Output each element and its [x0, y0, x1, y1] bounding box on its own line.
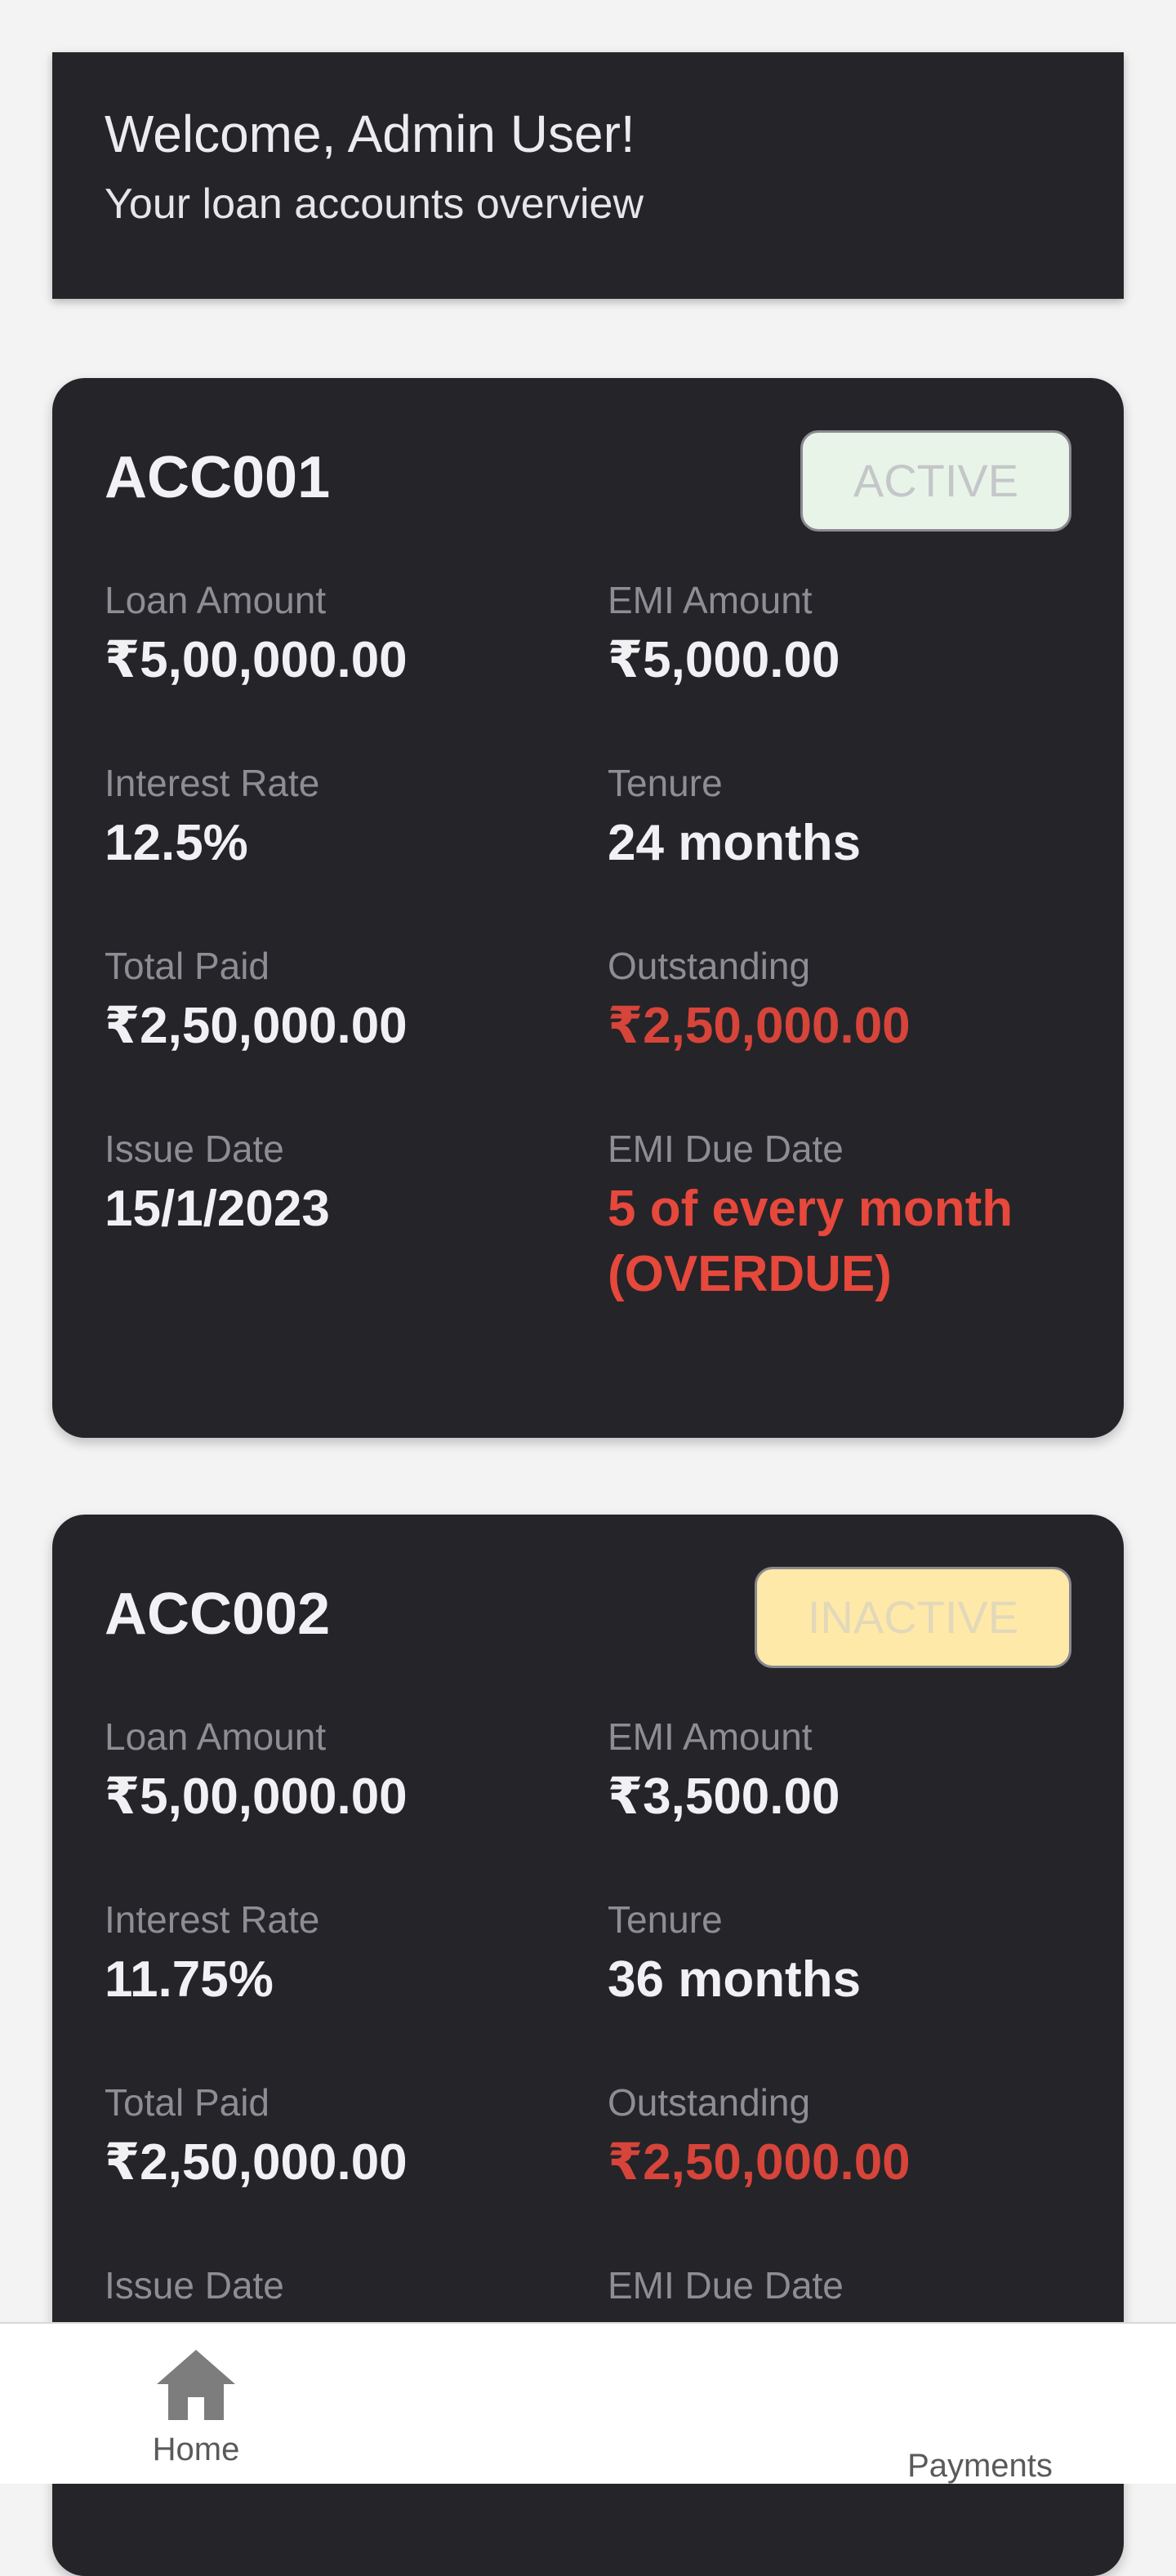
status-badge: INACTIVE [755, 1567, 1071, 1668]
emi-amount-value: ₹3,500.00 [608, 1768, 840, 1825]
emi-amount-field: EMI Amount ₹5,000.00 [608, 577, 1071, 760]
welcome-banner: Welcome, Admin User! Your loan accounts … [52, 52, 1124, 299]
tenure-label: Tenure [608, 762, 723, 804]
welcome-title: Welcome, Admin User! [105, 105, 635, 163]
issue-date-field: Issue Date 15/1/2023 [105, 1126, 608, 1346]
emi-due-date-field: EMI Due Date 5 of every month (OVERDUE) [608, 1126, 1071, 1346]
emi-due-date-label: EMI Due Date [608, 1128, 844, 1170]
status-badge: ACTIVE [800, 430, 1071, 532]
total-paid-value: ₹2,50,000.00 [105, 2134, 408, 2191]
loan-amount-label: Loan Amount [105, 1715, 327, 1758]
emi-amount-field: EMI Amount ₹3,500.00 [608, 1714, 1071, 1897]
total-paid-label: Total Paid [105, 2081, 270, 2124]
card-header: ACC001 ACTIVE [105, 378, 1071, 577]
interest-rate-field: Interest Rate 12.5% [105, 760, 608, 943]
tenure-label: Tenure [608, 1898, 723, 1941]
outstanding-label: Outstanding [608, 2081, 811, 2124]
nav-item-home[interactable]: Home [131, 2348, 261, 2469]
emi-amount-label: EMI Amount [608, 1715, 813, 1758]
emi-amount-value: ₹5,000.00 [608, 632, 840, 688]
nav-item-payments[interactable]: Payments [890, 2438, 1070, 2485]
interest-rate-label: Interest Rate [105, 1898, 320, 1941]
nav-home-label: Home [152, 2431, 240, 2467]
issue-date-value: 15/1/2023 [105, 1181, 330, 1237]
home-icon [157, 2350, 235, 2420]
account-details: Loan Amount ₹5,00,000.00 EMI Amount ₹5,0… [105, 577, 1071, 1346]
loan-account-card[interactable]: ACC001 ACTIVE Loan Amount ₹5,00,000.00 E… [52, 378, 1124, 1438]
nav-payments-label: Payments [907, 2448, 1053, 2484]
loan-amount-value: ₹5,00,000.00 [105, 632, 408, 688]
emi-due-date-value: 5 of every month (OVERDUE) [608, 1177, 1071, 1307]
outstanding-label: Outstanding [608, 945, 811, 987]
emi-due-date-label: EMI Due Date [608, 2264, 844, 2307]
tenure-field: Tenure 24 months [608, 760, 1071, 943]
total-paid-field: Total Paid ₹2,50,000.00 [105, 943, 608, 1126]
total-paid-field: Total Paid ₹2,50,000.00 [105, 2080, 608, 2262]
emi-amount-label: EMI Amount [608, 579, 813, 621]
outstanding-field: Outstanding ₹2,50,000.00 [608, 943, 1071, 1126]
bottom-navigation: Home Payments [0, 2322, 1176, 2484]
issue-date-label: Issue Date [105, 2264, 284, 2307]
emi-due-date-line: 5 of every month [608, 1181, 1013, 1237]
interest-rate-label: Interest Rate [105, 762, 320, 804]
interest-rate-field: Interest Rate 11.75% [105, 1897, 608, 2080]
overdue-indicator: (OVERDUE) [608, 1246, 892, 1302]
loan-amount-field: Loan Amount ₹5,00,000.00 [105, 577, 608, 760]
card-header: ACC002 INACTIVE [105, 1515, 1071, 1714]
loan-amount-label: Loan Amount [105, 579, 327, 621]
issue-date-label: Issue Date [105, 1128, 284, 1170]
tenure-field: Tenure 36 months [608, 1897, 1071, 2080]
outstanding-field: Outstanding ₹2,50,000.00 [608, 2080, 1071, 2262]
account-number: ACC001 [105, 445, 331, 510]
interest-rate-value: 12.5% [105, 815, 248, 871]
account-number: ACC002 [105, 1582, 331, 1647]
total-paid-value: ₹2,50,000.00 [105, 998, 408, 1054]
interest-rate-value: 11.75% [105, 1951, 274, 2008]
total-paid-label: Total Paid [105, 945, 270, 987]
loan-amount-field: Loan Amount ₹5,00,000.00 [105, 1714, 608, 1897]
welcome-subtitle: Your loan accounts overview [105, 180, 644, 228]
outstanding-value: ₹2,50,000.00 [608, 2134, 911, 2191]
loan-amount-value: ₹5,00,000.00 [105, 1768, 408, 1825]
tenure-value: 36 months [608, 1951, 862, 2008]
tenure-value: 24 months [608, 815, 862, 871]
outstanding-value: ₹2,50,000.00 [608, 998, 911, 1054]
